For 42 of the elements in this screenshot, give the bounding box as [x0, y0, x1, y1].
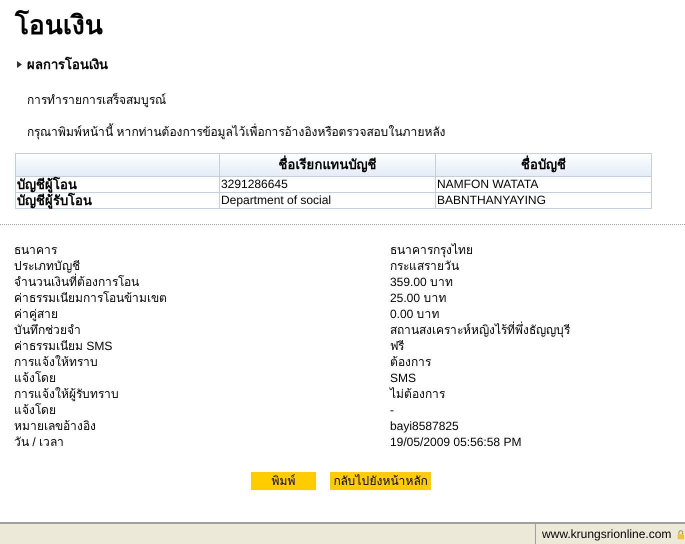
message-text: การทำรายการเสร็จสมบูรณ์ — [27, 92, 166, 108]
print-button[interactable]: พิมพ์ — [251, 472, 316, 490]
detail-value: 359.00 บาท — [390, 274, 454, 290]
detail-label: บันทึกช่วยจำ — [14, 322, 81, 338]
home-button[interactable]: กลับไปยังหน้าหลัก — [330, 472, 431, 490]
page-title: โอนเงิน — [14, 8, 103, 38]
detail-label: ประเภทบัญชี — [14, 258, 80, 274]
row-label: บัญชีผู้รับโอน — [16, 192, 220, 208]
detail-label: ค่าธรรมเนียม SMS — [14, 338, 112, 354]
detail-value: สถานสงเคราะห์หญิงไร้ที่พึ่งธัญญบุรี — [390, 322, 570, 338]
detail-label: จำนวนเงินที่ต้องการโอน — [14, 274, 139, 290]
detail-value: 0.00 บาท — [390, 306, 440, 322]
detail-value: ธนาคารกรุงไทย — [390, 242, 473, 258]
triangle-icon — [17, 61, 22, 68]
detail-label: แจ้งโดย — [14, 402, 56, 418]
message-text: กรุณาพิมพ์หน้านี้ หากท่านต้องการข้อมูลไว้เพื่อการอ้างอิงหรือตรวจสอบในภายหลัง — [27, 122, 446, 140]
table-cell: 3291286645 — [220, 176, 436, 192]
section-heading: ผลการโอนเงิน — [27, 56, 108, 74]
detail-value: bayi8587825 — [390, 418, 459, 434]
status-url: www.krungsrionline.com — [542, 526, 672, 543]
detail-label: วัน / เวลา — [14, 434, 64, 450]
detail-label: ค่าธรรมเนียมการโอนข้ามเขต — [14, 290, 167, 306]
detail-value: ต้องการ — [390, 354, 431, 370]
detail-value: 19/05/2009 05:56:58 PM — [390, 434, 522, 450]
detail-value: - — [390, 402, 394, 418]
table-header: ชื่อเรียกแทนบัญชี — [220, 153, 436, 176]
detail-value: 25.00 บาท — [390, 290, 446, 306]
detail-label: ธนาคาร — [14, 242, 57, 258]
detail-label: การแจ้งให้ผู้รับทราบ — [14, 386, 119, 402]
detail-label: แจ้งโดย — [14, 370, 56, 386]
detail-label: ค่าคู่สาย — [14, 306, 58, 322]
detail-value: ไม่ต้องการ — [390, 386, 445, 402]
detail-label: หมายเลขอ้างอิง — [14, 418, 96, 434]
table-cell: BABNTHANYAYING — [436, 192, 652, 208]
table-cell: Department of social — [220, 192, 436, 208]
detail-label: การแจ้งให้ทราบ — [14, 354, 98, 370]
row-label: บัญชีผู้โอน — [16, 176, 220, 192]
detail-value: ฟรี — [390, 338, 404, 354]
detail-value: กระแสรายวัน — [390, 258, 459, 274]
table-header: ชื่อบัญชี — [436, 153, 652, 176]
detail-value: SMS — [390, 370, 416, 386]
table-cell: NAMFON WATATA — [436, 176, 652, 192]
